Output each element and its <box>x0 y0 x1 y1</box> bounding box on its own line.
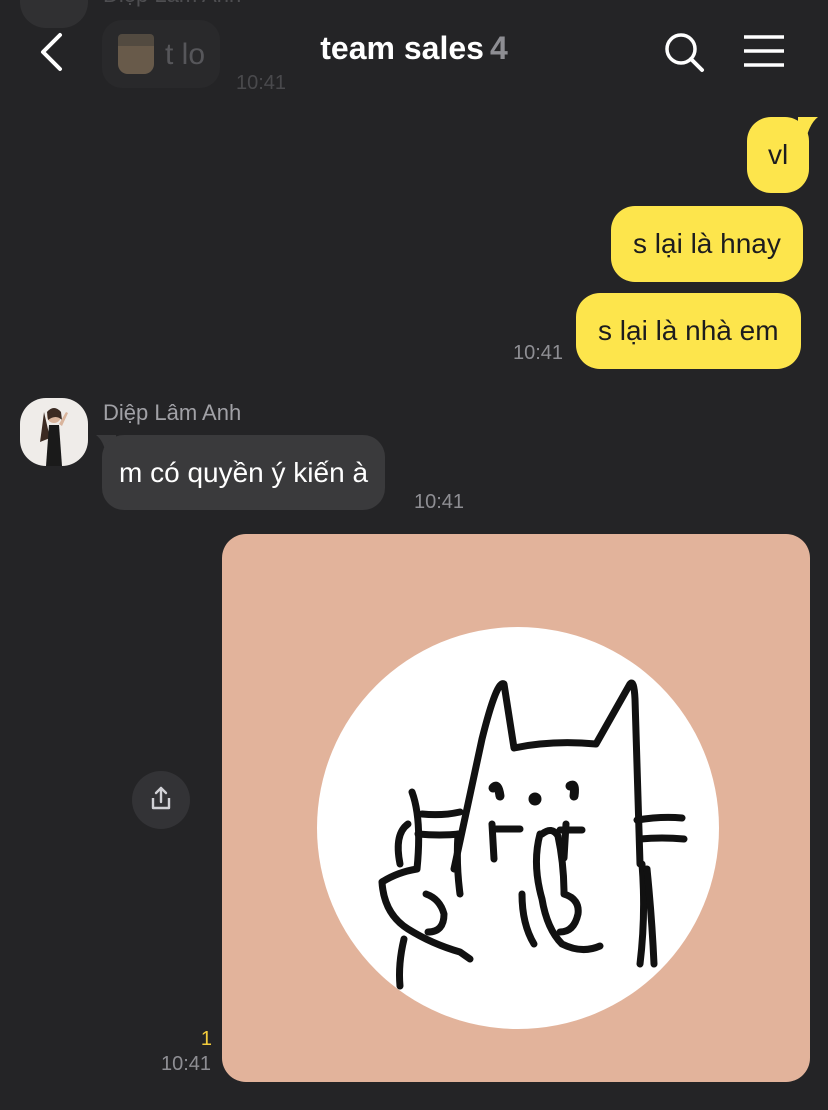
share-button[interactable] <box>132 771 190 829</box>
unread-count: 1 <box>200 1028 212 1050</box>
back-chevron-icon <box>41 33 62 71</box>
cat-sticker-image[interactable] <box>222 534 810 1082</box>
member-count: 4 <box>489 30 508 66</box>
cat-middle-finger-sticker <box>317 627 719 1029</box>
search-button[interactable] <box>660 28 708 76</box>
chat-title-name: team sales <box>320 30 484 66</box>
outgoing-message[interactable]: s lại là hnay <box>611 206 803 282</box>
share-icon <box>151 786 171 810</box>
search-icon <box>665 33 704 72</box>
back-button[interactable] <box>30 26 78 78</box>
sender-avatar[interactable] <box>20 398 88 466</box>
incoming-message-time: 10:41 <box>414 491 465 513</box>
image-message-time: 10:41 <box>161 1053 212 1075</box>
outgoing-message-time: 10:41 <box>513 342 564 364</box>
outgoing-message[interactable]: s lại là nhà em <box>576 293 801 369</box>
sender-name: Diệp Lâm Anh <box>103 400 242 425</box>
outgoing-message[interactable]: vl <box>747 117 810 193</box>
menu-icon <box>744 35 784 67</box>
menu-button[interactable] <box>738 30 790 74</box>
incoming-message[interactable]: m có quyền ý kiến à <box>102 435 386 510</box>
chat-header: team sales 4 <box>0 0 828 104</box>
sender-avatar-photo <box>20 398 88 466</box>
